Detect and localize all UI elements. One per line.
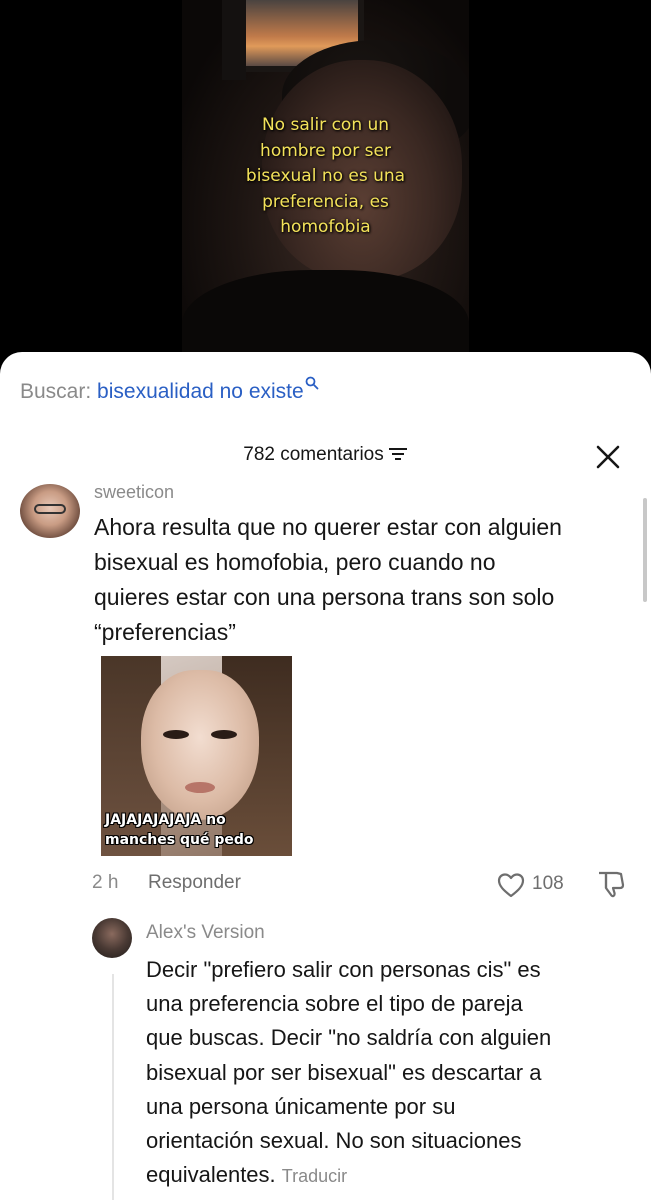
- comment-gif[interactable]: JAJAJAJAJAJA no manches qué pedo: [101, 656, 292, 856]
- video-player[interactable]: No salir con un hombre por ser bisexual …: [0, 0, 651, 372]
- video-caption: No salir con un hombre por ser bisexual …: [245, 115, 406, 237]
- comments-header: 782 comentarios: [0, 444, 651, 474]
- search-label: Buscar:: [20, 380, 92, 403]
- gif-eye-right: [211, 730, 237, 739]
- avatar-glasses: [34, 504, 66, 514]
- like-count: 108: [532, 873, 564, 894]
- comment-text: Ahora resulta que no querer estar con al…: [94, 514, 562, 645]
- comments-sheet: Buscar: bisexualidad no existe 782 comen…: [0, 352, 651, 1200]
- video-background-frame: [222, 0, 246, 80]
- reply-thread-line: [112, 974, 114, 1200]
- translate-link[interactable]: Traducir: [282, 1166, 347, 1186]
- comment-username[interactable]: sweeticon: [94, 482, 174, 503]
- search-icon: [305, 376, 319, 390]
- heart-icon[interactable]: [497, 872, 525, 898]
- reply-button[interactable]: Responder: [148, 872, 241, 894]
- gif-lips: [185, 782, 215, 793]
- gif-caption: JAJAJAJAJAJA no manches qué pedo: [105, 812, 254, 848]
- reply-text: Decir "prefiero salir con personas cis" …: [146, 953, 646, 1193]
- reply-body: Decir "prefiero salir con personas cis" …: [146, 957, 552, 1188]
- sort-filter-icon[interactable]: [388, 447, 408, 461]
- gif-face: [141, 670, 259, 820]
- close-icon[interactable]: [595, 444, 621, 470]
- avatar[interactable]: [20, 484, 80, 538]
- scrollbar[interactable]: [643, 498, 647, 602]
- reply-username[interactable]: Alex's Version: [146, 922, 265, 944]
- comment-timestamp: 2 h: [92, 872, 119, 893]
- comments-count: 782 comentarios: [243, 444, 384, 465]
- search-query-link[interactable]: bisexualidad no existe: [97, 380, 304, 403]
- thumbs-down-icon[interactable]: [596, 870, 626, 898]
- reply-avatar[interactable]: [92, 918, 132, 958]
- gif-eye-left: [163, 730, 189, 739]
- search-suggestion[interactable]: Buscar: bisexualidad no existe: [20, 376, 319, 404]
